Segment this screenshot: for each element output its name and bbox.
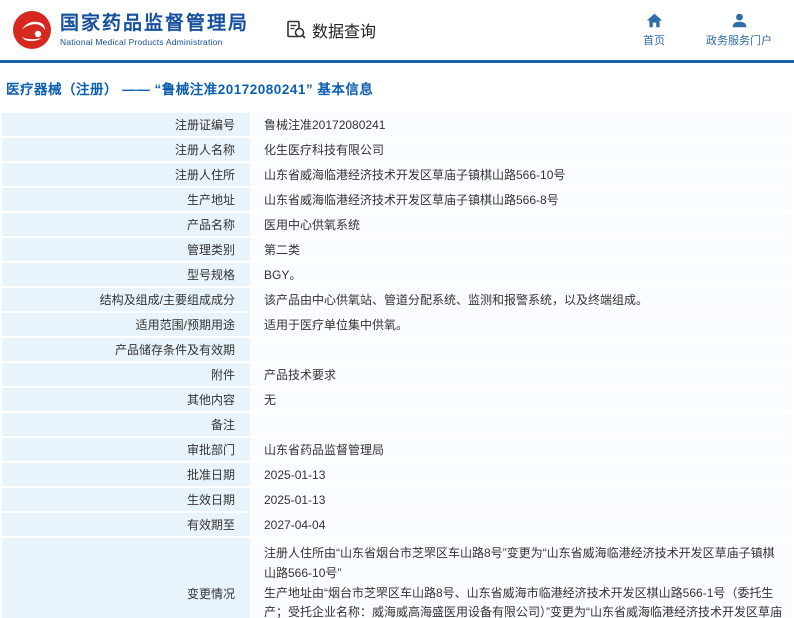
table-row: 生产地址 山东省威海临港经济技术开发区草庙子镇棋山路566-8号 <box>2 188 792 211</box>
table-row: 附件 产品技术要求 <box>2 363 792 386</box>
table-row: 生效日期 2025-01-13 <box>2 488 792 511</box>
row-label: 注册证编号 <box>2 113 250 136</box>
nav-portal-label: 政务服务门户 <box>706 35 772 47</box>
row-label: 注册人住所 <box>2 163 250 186</box>
row-value: 产品技术要求 <box>252 363 792 386</box>
table-row: 结构及组成/主要组成成分 该产品由中心供氧站、管道分配系统、监测和报警系统，以及… <box>2 288 792 311</box>
row-value: BGY。 <box>252 263 792 286</box>
page-title: 医疗器械（注册） —— “鲁械注准20172080241” 基本信息 <box>6 82 374 97</box>
table-row: 批准日期 2025-01-13 <box>2 463 792 486</box>
table-row: 有效期至 2027-04-04 <box>2 513 792 536</box>
user-icon <box>731 12 748 29</box>
row-label: 变更情况 <box>2 538 250 618</box>
row-label: 适用范围/预期用途 <box>2 313 250 336</box>
row-label: 产品储存条件及有效期 <box>2 338 250 361</box>
nmpa-emblem-icon <box>13 11 51 49</box>
row-label: 批准日期 <box>2 463 250 486</box>
data-query-icon <box>285 19 307 41</box>
table-row: 审批部门 山东省药品监督管理局 <box>2 438 792 461</box>
table-row: 变更情况 注册人住所由“山东省烟台市芝罘区车山路8号”变更为“山东省威海临港经济… <box>2 538 792 618</box>
row-value: 第二类 <box>252 238 792 261</box>
row-label: 备注 <box>2 413 250 436</box>
row-value <box>252 338 792 361</box>
row-label: 产品名称 <box>2 213 250 236</box>
home-icon <box>646 12 663 29</box>
nav-portal[interactable]: 政务服务门户 <box>706 12 772 48</box>
row-value: 山东省威海临港经济技术开发区草庙子镇棋山路566-8号 <box>252 188 792 211</box>
nav-home[interactable]: 首页 <box>632 12 676 48</box>
row-label: 型号规格 <box>2 263 250 286</box>
row-value: 医用中心供氧系统 <box>252 213 792 236</box>
row-label: 生产地址 <box>2 188 250 211</box>
row-label: 附件 <box>2 363 250 386</box>
row-label: 结构及组成/主要组成成分 <box>2 288 250 311</box>
org-name-en: National Medical Products Administration <box>60 37 223 47</box>
table-row: 注册证编号 鲁械注准20172080241 <box>2 113 792 136</box>
table-row: 型号规格 BGY。 <box>2 263 792 286</box>
site-header: 国家药品监督管理局 National Medical Products Admi… <box>0 0 794 60</box>
row-value: 2025-01-13 <box>252 488 792 511</box>
table-row: 注册人名称 化生医疗科技有限公司 <box>2 138 792 161</box>
row-value: 适用于医疗单位集中供氧。 <box>252 313 792 336</box>
brand-text: 国家药品监督管理局 National Medical Products Admi… <box>60 13 249 47</box>
row-value: 化生医疗科技有限公司 <box>252 138 792 161</box>
row-value: 2025-01-13 <box>252 463 792 486</box>
row-value: 2027-04-04 <box>252 513 792 536</box>
row-value: 该产品由中心供氧站、管道分配系统、监测和报警系统，以及终端组成。 <box>252 288 792 311</box>
row-value: 鲁械注准20172080241 <box>252 113 792 136</box>
org-name-cn: 国家药品监督管理局 <box>60 13 250 34</box>
table-row: 其他内容 无 <box>2 388 792 411</box>
table-row: 产品储存条件及有效期 <box>2 338 792 361</box>
row-label: 生效日期 <box>2 488 250 511</box>
row-label: 有效期至 <box>2 513 250 536</box>
table-row: 适用范围/预期用途 适用于医疗单位集中供氧。 <box>2 313 792 336</box>
row-value <box>252 413 792 436</box>
table-row: 产品名称 医用中心供氧系统 <box>2 213 792 236</box>
nav-home-label: 首页 <box>643 35 665 47</box>
table-row: 注册人住所 山东省威海临港经济技术开发区草庙子镇棋山路566-10号 <box>2 163 792 186</box>
table-row: 管理类别 第二类 <box>2 238 792 261</box>
row-value: 无 <box>252 388 792 411</box>
row-label: 审批部门 <box>2 438 250 461</box>
info-rows: 注册证编号 鲁械注准20172080241 注册人名称 化生医疗科技有限公司 注… <box>2 113 792 618</box>
row-label: 管理类别 <box>2 238 250 261</box>
info-table: 注册证编号 鲁械注准20172080241 注册人名称 化生医疗科技有限公司 注… <box>0 111 794 618</box>
page: 国家药品监督管理局 National Medical Products Admi… <box>0 0 794 618</box>
table-row: 备注 <box>2 413 792 436</box>
row-value: 山东省威海临港经济技术开发区草庙子镇棋山路566-10号 <box>252 163 792 186</box>
row-label: 注册人名称 <box>2 138 250 161</box>
row-value: 注册人住所由“山东省烟台市芝罘区车山路8号”变更为“山东省威海临港经济技术开发区… <box>252 538 792 618</box>
row-value: 山东省药品监督管理局 <box>252 438 792 461</box>
data-query-tab[interactable]: 数据查询 <box>285 18 376 42</box>
row-label: 其他内容 <box>2 388 250 411</box>
nmpa-logo: 国家药品监督管理局 National Medical Products Admi… <box>12 10 249 50</box>
data-query-label: 数据查询 <box>312 24 377 41</box>
